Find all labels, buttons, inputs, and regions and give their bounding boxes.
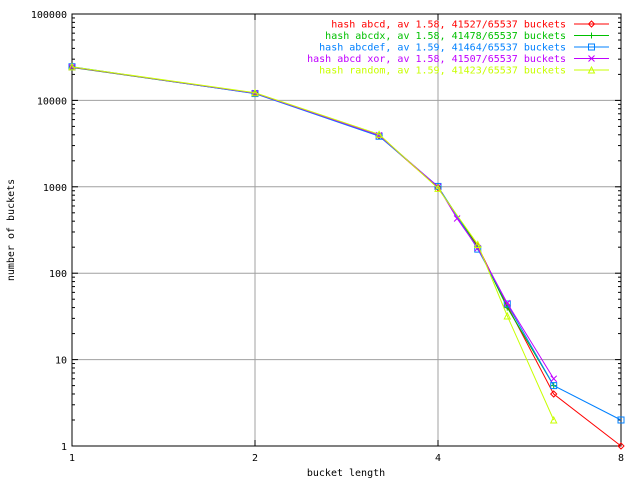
legend-label: hash abcd, av 1.58, 41527/65537 buckets [331, 20, 566, 31]
legend-entry: hash abcd xor, av 1.58, 41507/65537 buck… [307, 54, 609, 65]
x-tick-label: 4 [435, 453, 441, 464]
x-axis-label: bucket length [307, 468, 385, 479]
x-tick-label: 2 [252, 453, 258, 464]
y-tick-label: 1000 [43, 183, 67, 194]
legend-label: hash abcd xor, av 1.58, 41507/65537 buck… [307, 54, 566, 65]
y-axis-label: number of buckets [6, 179, 17, 281]
legend-label: hash random, av 1.59, 41423/65537 bucket… [319, 66, 566, 77]
legend-label: hash abcdef, av 1.59, 41464/65537 bucket… [319, 43, 566, 54]
y-tick-label: 100 [49, 269, 67, 280]
legend-label: hash abcdx, av 1.58, 41478/65537 buckets [325, 31, 566, 42]
y-tick-label: 10000 [37, 96, 67, 107]
legend-entry: hash abcdef, av 1.59, 41464/65537 bucket… [319, 43, 609, 54]
x-tick-label: 8 [618, 453, 624, 464]
y-tick-label: 1 [61, 442, 67, 453]
y-tick-label: 10 [55, 356, 67, 367]
x-tick-label: 1 [69, 453, 75, 464]
legend-entry: hash random, av 1.59, 41423/65537 bucket… [319, 66, 609, 77]
chart: 1 2 4 8 1 10 100 1000 10000 100000 hash abcd, av … [0, 0, 640, 480]
y-tick-label: 100000 [31, 10, 67, 21]
legend: hash abcd, av 1.58, 41527/65537 bucketsh… [307, 20, 609, 77]
